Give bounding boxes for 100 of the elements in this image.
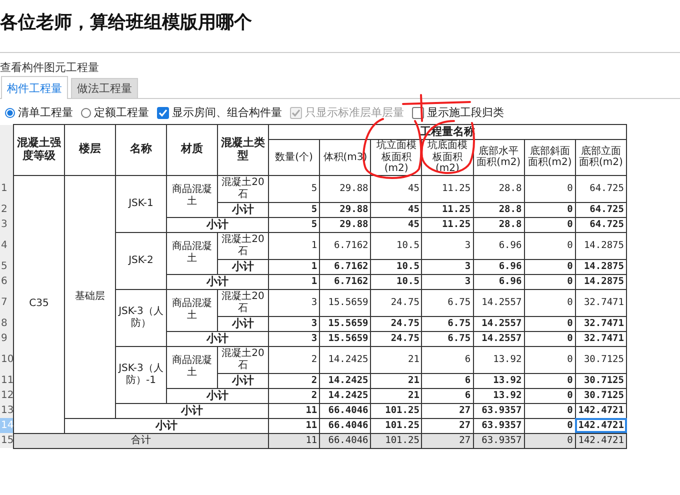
table-cell: 小计 [166,217,268,232]
checkbox[interactable] [157,106,169,118]
table-cell: JSK-1 [116,175,166,232]
tab[interactable]: 构件工程量 [1,76,68,99]
table-cell: 5 [268,175,320,202]
table-cell: 混凝土20石 [218,289,268,316]
table-cell: 66.4046 [320,418,371,433]
table-cell: 6.96 [473,274,524,289]
table-cell: 32.7471 [575,331,626,346]
table-cell: 14.2557 [473,331,524,346]
table-cell: 0 [524,346,576,373]
table-cell: 63.9357 [473,433,524,448]
table-cell: 0 [524,175,576,202]
table-cell: 1 [268,232,320,259]
table-cell: 63.9357 [473,418,524,433]
row-number: 3 [0,217,14,232]
option-label: 显示房间、组合构件量 [172,105,282,120]
table-cell: 28.8 [473,202,524,217]
table-cell: 13.92 [473,346,524,373]
table-cell: 14.2875 [575,274,626,289]
table-cell: JSK-3（人防）-1 [116,346,166,403]
table-cell: 小计 [64,418,268,433]
table-cell: 6 [422,388,474,403]
table-cell: 101.25 [370,418,422,433]
panel-title: 查看构件图元工程量 [0,60,100,75]
table-cell: 45 [370,217,422,232]
table-cell: 30.7125 [575,346,626,373]
table-cell: 3 [268,289,320,316]
table-cell: 11 [268,433,320,448]
tab[interactable]: 做法工程量 [71,78,138,98]
table-cell: 0 [524,403,576,418]
row-number: 15 [0,433,14,448]
table-cell: 142.4721 [575,418,626,433]
table-cell: 商品混凝土 [166,232,218,274]
option-label: 清单工程量 [18,105,73,120]
post-title: 各位老师，算给班组模版用哪个 [0,11,253,35]
radio-button[interactable] [81,108,91,118]
table-cell: 30.7125 [575,388,626,403]
table-cell: 0 [524,289,576,316]
table-cell: 3 [422,274,474,289]
table-cell: 66.4046 [320,433,371,448]
table-cell: 0 [524,373,576,388]
option-label: 显示施工段归类 [427,105,504,120]
table-cell: 45 [370,202,422,217]
table-cell: 6.96 [473,259,524,274]
table-cell: 混凝土20石 [218,175,268,202]
row-number: 11 [0,373,14,388]
table-cell: 0 [524,259,576,274]
table-cell: 0 [524,232,576,259]
table-cell: 10.5 [370,232,422,259]
table-cell: 24.75 [370,316,422,331]
table-cell: 24.75 [370,289,422,316]
table-cell: 10.5 [370,259,422,274]
table-cell: 142.4721 [575,433,626,448]
table-cell: 64.725 [575,175,626,202]
table-cell: 5 [268,217,320,232]
table-cell: 合计 [14,433,268,448]
table-cell: 小计 [218,373,268,388]
table-cell: 商品混凝土 [166,289,218,331]
table-cell: 64.725 [575,202,626,217]
table-cell: 30.7125 [575,373,626,388]
table-cell: 14.2875 [575,259,626,274]
column-header: 材质 [166,124,218,175]
row-number: 8 [0,316,14,331]
table-cell: 11 [268,403,320,418]
table-cell: 14.2425 [320,346,371,373]
table-cell: JSK-2 [116,232,166,289]
table-cell: 29.88 [320,217,371,232]
option-label: 只显示标准层单层量 [305,105,404,120]
table-cell: 32.7471 [575,289,626,316]
table-cell: 29.88 [320,202,371,217]
table-cell: 6 [422,373,474,388]
column-header: 底部水平面积(m2) [473,140,524,175]
table-cell: C35 [14,175,64,433]
table-cell: 小计 [166,274,268,289]
table-cell: 小计 [166,331,268,346]
table-cell: 小计 [166,388,268,403]
table-cell: 基础层 [64,175,116,418]
table-cell: 6.75 [422,331,474,346]
table-cell: 5 [268,202,320,217]
table-cell: 101.25 [370,403,422,418]
column-header: 名称 [116,124,166,175]
table-cell: 24.75 [370,331,422,346]
table-cell: 0 [524,388,576,403]
table-cell: 28.8 [473,217,524,232]
table-cell: 21 [370,346,422,373]
column-header: 底部立面面积(m2) [575,140,626,175]
table-cell: 27 [422,403,474,418]
row-number: 12 [0,388,14,403]
radio-button[interactable] [5,108,15,118]
row-number: 5 [0,259,14,274]
table-cell: 3 [268,316,320,331]
table-cell: 11.25 [422,175,474,202]
column-header: 楼层 [64,124,116,175]
table-cell: 6.7162 [320,232,371,259]
table-cell: 0 [524,331,576,346]
table-cell: 6.7162 [320,259,371,274]
table-cell: 32.7471 [575,316,626,331]
table-cell: 3 [422,259,474,274]
table-cell: 11.25 [422,217,474,232]
